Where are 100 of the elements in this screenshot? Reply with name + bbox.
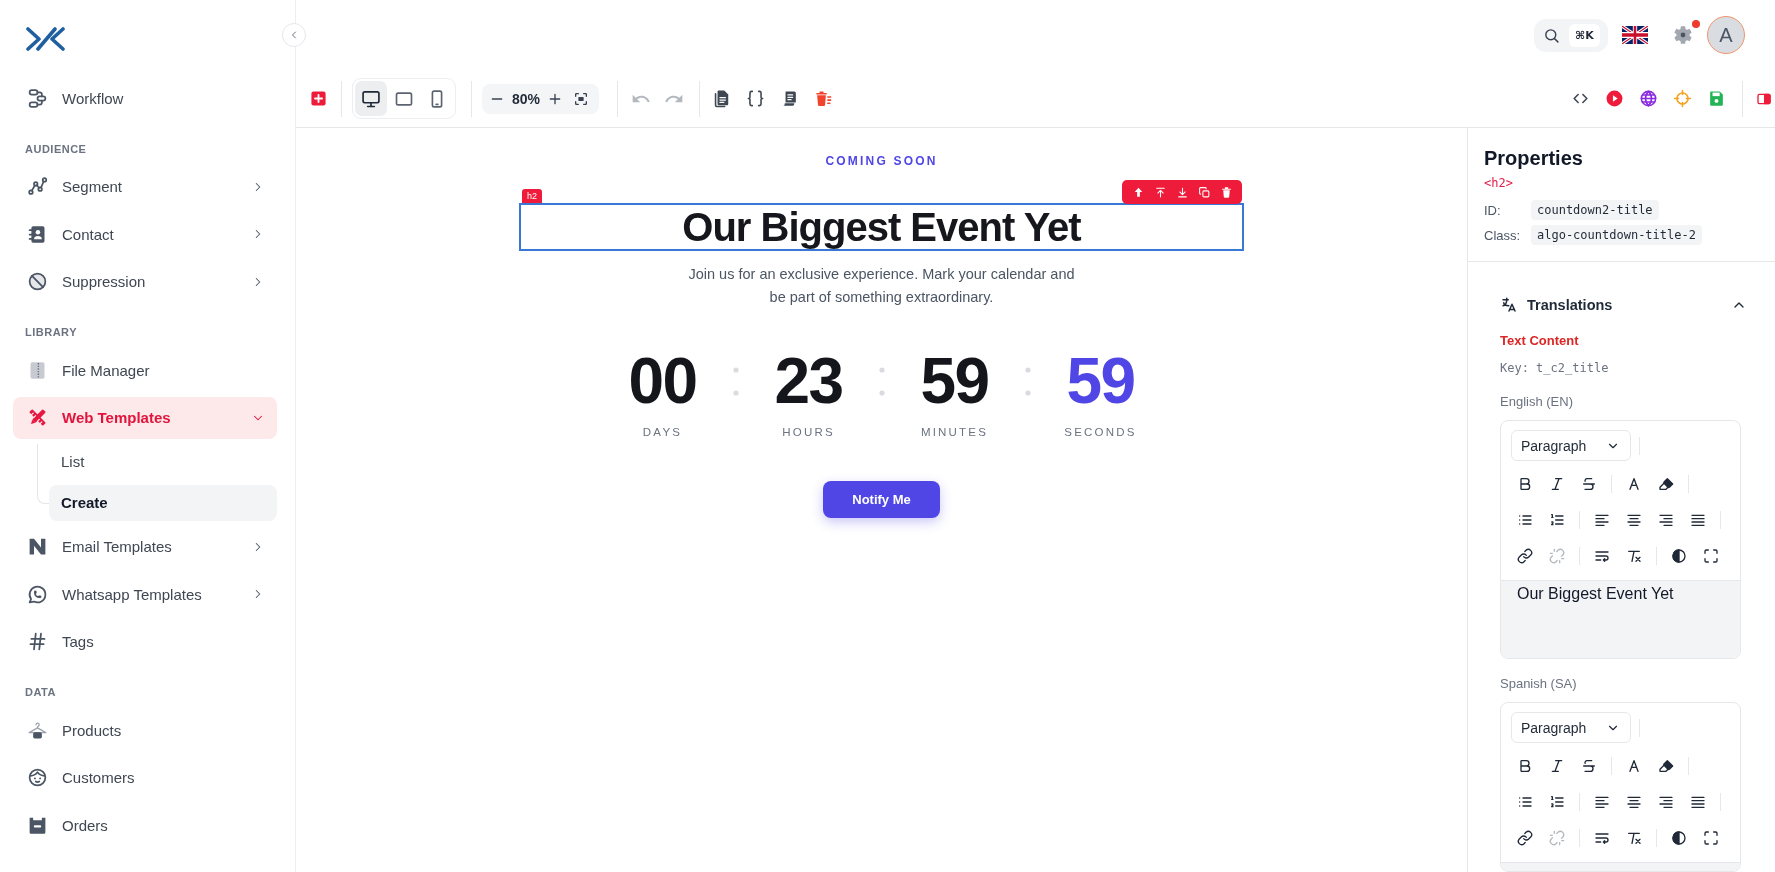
sidebar-item[interactable]: Workflow — [13, 77, 277, 119]
braces-icon[interactable] — [745, 89, 765, 108]
fullscreen-icon[interactable] — [1703, 830, 1719, 846]
fit-screen-icon[interactable] — [573, 90, 590, 107]
eyebrow-text: COMING SOON — [825, 153, 938, 169]
align-left-icon[interactable] — [1594, 512, 1610, 528]
link-icon[interactable] — [1517, 830, 1533, 846]
trash-icon[interactable] — [813, 89, 833, 108]
language-label: Spanish (SA) — [1500, 675, 1578, 693]
align-center-icon[interactable] — [1626, 512, 1642, 528]
italic-icon[interactable] — [1549, 476, 1565, 492]
countdown-label: DAYS — [642, 425, 683, 440]
element-tag-label: h2 — [522, 189, 542, 203]
highlighter-icon[interactable] — [1658, 476, 1674, 492]
search-icon — [1543, 26, 1560, 44]
description-text: Join us for an exclusive experience. Mark your calendar and be part of something extraordinary. — [687, 265, 1076, 307]
countdown-number: 00 — [628, 349, 697, 413]
text-color-icon[interactable] — [1626, 476, 1642, 492]
trash-icon[interactable] — [1219, 185, 1233, 199]
text-color-icon[interactable] — [1626, 758, 1642, 774]
clear-format-icon[interactable] — [1626, 548, 1642, 564]
format-select[interactable]: Paragraph — [1511, 430, 1631, 461]
panel-title: Properties — [1484, 146, 1584, 170]
sidebar-item[interactable]: Whatsapp Templates — [13, 573, 277, 615]
numbered-list-icon[interactable] — [1549, 512, 1565, 528]
desktop-view-button[interactable] — [355, 81, 387, 116]
sidebar-item[interactable]: Email Templates — [13, 525, 277, 568]
align-center-icon[interactable] — [1626, 794, 1642, 810]
align-justify-icon[interactable] — [1690, 512, 1706, 528]
numbered-list-icon[interactable] — [1549, 794, 1565, 810]
countdown-number: 59 — [920, 349, 989, 413]
highlighter-icon[interactable] — [1658, 758, 1674, 774]
translate-icon — [1500, 296, 1518, 314]
globe-icon[interactable] — [1638, 89, 1658, 108]
monitor-icon — [361, 88, 381, 109]
hash-icon — [27, 631, 48, 652]
align-right-icon[interactable] — [1658, 512, 1674, 528]
n-shape-icon — [27, 536, 48, 557]
countdown-number: 23 — [774, 349, 843, 413]
strikethrough-icon[interactable] — [1581, 476, 1597, 492]
arrow-to-top-icon[interactable] — [1153, 185, 1167, 199]
subsection-title: Text Content — [1500, 332, 1580, 350]
notify-me-button[interactable]: Notify Me — [823, 481, 940, 518]
translation-key: Key: t_c2_title — [1500, 359, 1741, 377]
sidebar-item[interactable]: Segment — [13, 165, 277, 208]
countdown-label: SECONDS — [1064, 425, 1137, 440]
prohibited-icon — [27, 271, 48, 292]
bold-icon[interactable] — [1517, 476, 1533, 492]
text-editor-field[interactable] — [1501, 862, 1740, 871]
align-left-icon[interactable] — [1594, 794, 1610, 810]
sidebar-subitem[interactable]: List — [49, 443, 277, 480]
sidebar-item[interactable]: Contact — [13, 213, 277, 255]
copy-icon[interactable] — [1197, 185, 1211, 199]
link-icon[interactable] — [1517, 548, 1533, 564]
arrow-to-bottom-icon[interactable] — [1175, 185, 1189, 199]
sidebar-section-heading: DATA — [25, 685, 57, 700]
contrast-icon[interactable] — [1671, 830, 1687, 846]
fullscreen-icon[interactable] — [1703, 548, 1719, 564]
clear-format-icon[interactable] — [1626, 830, 1642, 846]
sidebar-item[interactable]: Customers — [13, 756, 277, 799]
countdown-label: MINUTES — [920, 425, 989, 440]
section-title[interactable]: Translations — [1527, 297, 1613, 313]
italic-icon[interactable] — [1549, 758, 1565, 774]
text-wrap-icon[interactable] — [1594, 830, 1610, 846]
contrast-icon[interactable] — [1671, 548, 1687, 564]
node-graph-icon — [27, 176, 48, 197]
add-icon[interactable] — [309, 90, 327, 107]
sidebar-item[interactable]: Tags — [13, 620, 277, 663]
colon-separator-icon — [878, 366, 885, 396]
align-right-icon[interactable] — [1658, 794, 1674, 810]
sidebar-item[interactable]: Products — [13, 709, 277, 751]
text-wrap-icon[interactable] — [1594, 548, 1610, 564]
bullet-list-icon[interactable] — [1517, 512, 1533, 528]
sidebar-subitem[interactable]: Create — [49, 484, 277, 521]
gear-icon[interactable] — [1672, 24, 1694, 46]
search-button[interactable]: ⌘K — [1534, 18, 1608, 52]
sidebar-item[interactable]: Suppression — [13, 260, 277, 303]
sidebar-item[interactable]: File Manager — [13, 349, 277, 391]
zoom-level: 80% — [512, 90, 541, 107]
language-label: English (EN) — [1500, 393, 1574, 411]
sidebar-section-heading: AUDIENCE — [25, 141, 88, 157]
flag-icon[interactable] — [1622, 26, 1648, 44]
sidebar-item[interactable]: Web Templates — [13, 396, 277, 439]
attribute-value: algo-countdown-title-2 — [1531, 225, 1702, 245]
align-justify-icon[interactable] — [1690, 794, 1706, 810]
bullet-list-icon[interactable] — [1517, 794, 1533, 810]
attribute-label: ID: — [1484, 202, 1502, 218]
bold-icon[interactable] — [1517, 758, 1533, 774]
countdown-label: HOURS — [782, 425, 835, 440]
text-editor-field[interactable]: Our Biggest Event Yet — [1501, 580, 1740, 658]
sidebar-item[interactable]: Orders — [13, 804, 277, 846]
format-select[interactable]: Paragraph — [1511, 712, 1631, 743]
strikethrough-icon[interactable] — [1581, 758, 1597, 774]
attribute-label: Class: — [1484, 227, 1522, 243]
sidebar-section-heading: LIBRARY — [25, 325, 78, 340]
chat-phone-icon — [27, 583, 48, 605]
attribute-value: countdown2-title — [1531, 200, 1659, 220]
user-avatar[interactable]: A — [1707, 16, 1745, 54]
colon-separator-icon — [1024, 366, 1031, 396]
play-icon[interactable] — [1604, 89, 1624, 108]
